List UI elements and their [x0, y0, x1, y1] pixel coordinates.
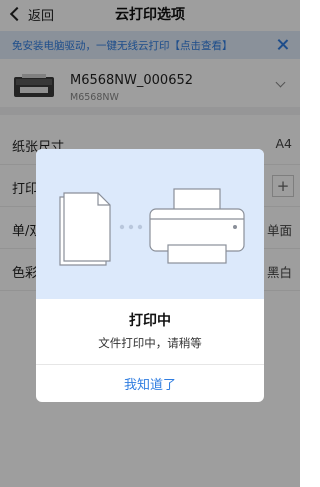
dialog-message: 文件打印中，请稍等 — [98, 336, 202, 350]
dialog-illustration — [36, 149, 264, 299]
printing-dialog: 打印中 文件打印中，请稍等 我知道了 — [36, 149, 264, 402]
dialog-title: 打印中 — [129, 313, 171, 329]
acknowledge-button[interactable]: 我知道了 — [36, 364, 264, 402]
document-to-printer-icon — [59, 188, 245, 266]
